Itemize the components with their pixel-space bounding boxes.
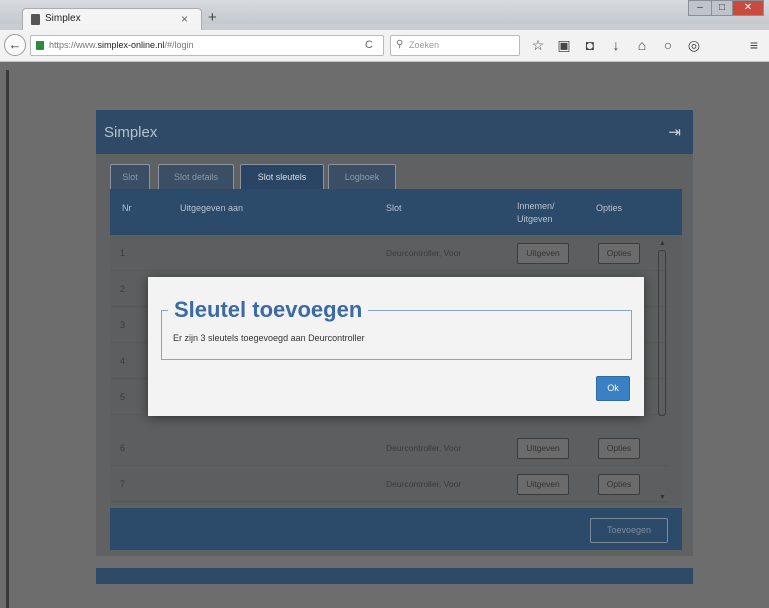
dialog-title: Sleutel toevoegen [168, 297, 369, 323]
issue-button[interactable]: Uitgeven [517, 243, 569, 264]
minimize-icon[interactable]: ‒ [688, 0, 712, 16]
row-slot: Deurcontroller, Voor [386, 443, 462, 453]
new-tab-icon[interactable]: + [208, 9, 217, 26]
maximize-icon[interactable]: □ [711, 0, 733, 16]
scroll-thumb[interactable] [658, 250, 666, 416]
extension-icon[interactable]: ◎ [686, 37, 702, 54]
issue-button[interactable]: Uitgeven [517, 474, 569, 495]
search-input[interactable]: ⚲ Zoeken [390, 35, 520, 56]
table-header: Nr Uitgegeven aan Slot Innemen/ Uitgeven… [110, 189, 682, 235]
options-button[interactable]: Opties [598, 438, 640, 459]
pocket-icon[interactable]: ◘ [582, 37, 598, 53]
row-nr: 2 [120, 284, 126, 294]
window-controls: ‒ □ ✕ [688, 0, 764, 18]
tab-slot-details[interactable]: Slot details [158, 164, 234, 190]
row-nr: 1 [120, 248, 126, 258]
table-row: 1 Deurcontroller, Voor Uitgeven Opties [110, 235, 668, 271]
scroll-up-icon[interactable]: ▲ [659, 240, 666, 247]
table-row: 6 Deurcontroller, Voor Uitgeven Opties [110, 430, 668, 466]
star-icon[interactable]: ☆ [530, 37, 546, 54]
download-icon[interactable]: ↓ [608, 37, 624, 53]
header-collect-line2: Uitgeven [517, 214, 553, 224]
menu-icon[interactable]: ≡ [746, 37, 762, 53]
tab-slot-sleutels[interactable]: Slot sleutels [240, 164, 324, 190]
table-row: 7 Deurcontroller, Voor Uitgeven Opties [110, 466, 668, 502]
url-text: https://www.simplex-online.nl/#/login [49, 40, 194, 50]
row-slot: Deurcontroller, Voor [386, 479, 462, 489]
options-button[interactable]: Opties [598, 243, 640, 264]
lock-icon [36, 41, 44, 50]
header-collect-line1: Innemen/ [517, 201, 555, 211]
back-icon[interactable]: ← [4, 34, 26, 56]
add-key-dialog: Sleutel toevoegen Er zijn 3 sleutels toe… [148, 277, 644, 416]
logout-icon[interactable]: ⇥ [668, 123, 681, 141]
issue-button[interactable]: Uitgeven [517, 438, 569, 459]
app-header: Simplex ⇥ [96, 110, 693, 154]
row-slot: Deurcontroller, Voor [386, 248, 462, 258]
scroll-down-icon[interactable]: ▼ [659, 494, 666, 501]
page-favicon-icon [31, 14, 40, 25]
home-icon[interactable]: ⌂ [634, 37, 650, 53]
table-scrollbar[interactable]: ▲ ▼ [658, 240, 666, 502]
window-close-icon[interactable]: ✕ [732, 0, 764, 16]
row-nr: 5 [120, 392, 126, 402]
address-bar[interactable]: https://www.simplex-online.nl/#/login C [30, 35, 384, 56]
bottom-bar [96, 568, 693, 584]
app-title: Simplex [104, 124, 158, 141]
ok-button[interactable]: Ok [596, 376, 630, 401]
tab-logboek[interactable]: Logboek [328, 164, 396, 190]
header-issued-to: Uitgegeven aan [180, 203, 244, 213]
search-placeholder: Zoeken [409, 40, 440, 50]
browser-tab[interactable]: Simplex × [22, 8, 202, 30]
row-nr: 3 [120, 320, 126, 330]
header-nr: Nr [122, 203, 132, 213]
table-footer: Toevoegen [110, 508, 682, 550]
reading-list-icon[interactable]: ▣ [556, 37, 572, 54]
row-nr: 7 [120, 479, 126, 489]
browser-navbar: ← https://www.simplex-online.nl/#/login … [0, 30, 769, 62]
tab-slot[interactable]: Slot [110, 164, 150, 190]
chat-icon[interactable]: ○ [660, 37, 676, 53]
dialog-message: Er zijn 3 sleutels toegevoegd aan Deurco… [173, 333, 365, 343]
row-nr: 6 [120, 443, 126, 453]
row-nr: 4 [120, 356, 126, 366]
reload-icon[interactable]: C [365, 39, 373, 51]
header-slot: Slot [386, 203, 402, 213]
close-tab-icon[interactable]: × [181, 12, 188, 26]
search-icon: ⚲ [396, 39, 404, 50]
add-button[interactable]: Toevoegen [590, 518, 668, 543]
header-options: Opties [596, 203, 623, 213]
tab-title: Simplex [45, 13, 81, 24]
options-button[interactable]: Opties [598, 474, 640, 495]
page-left-edge [6, 70, 9, 608]
